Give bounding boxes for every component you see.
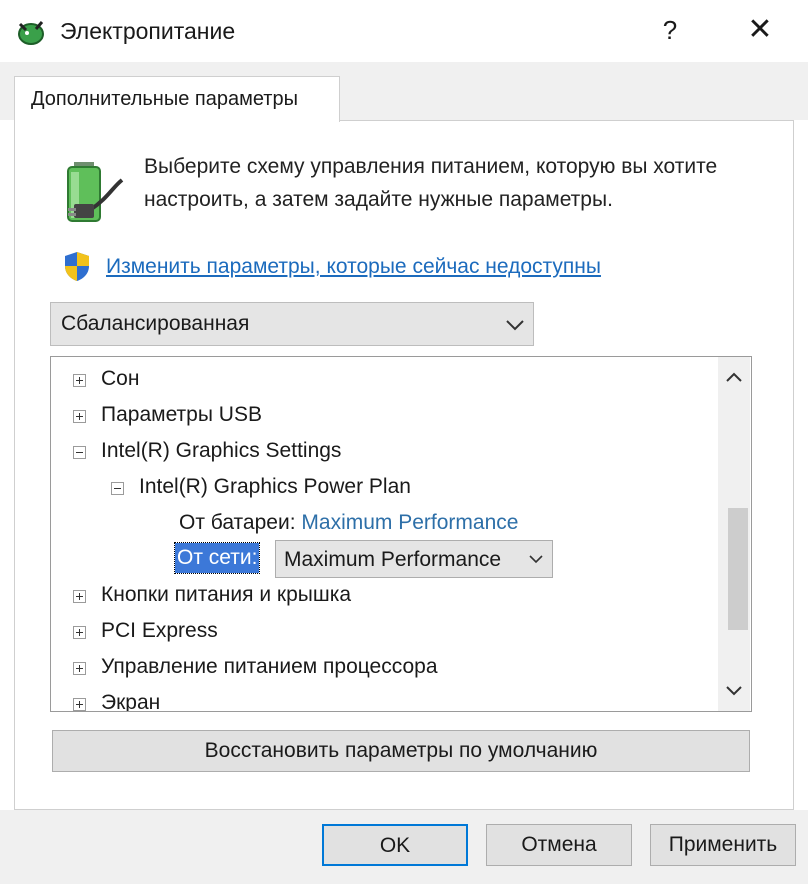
power-options-icon [18,21,44,45]
expand-icon[interactable] [73,698,86,711]
on-battery-setting[interactable]: От батареи: Maximum Performance [179,509,518,537]
tab-advanced-settings[interactable]: Дополнительные параметры [14,76,340,122]
expand-icon[interactable] [73,374,86,387]
chevron-down-icon [506,320,524,331]
chevron-down-icon [529,555,543,564]
help-button[interactable]: ? [650,10,690,50]
tree-item-sleep[interactable]: Сон [101,365,139,393]
restore-defaults-button[interactable]: Восстановить параметры по умолчанию [52,730,750,772]
power-plan-select[interactable]: Сбалансированная [50,302,534,346]
uac-shield-icon [65,252,89,281]
expand-icon[interactable] [73,410,86,423]
scrollbar-thumb[interactable] [728,508,748,630]
tree-item-processor[interactable]: Управление питанием процессора [101,653,438,681]
power-plan-value: Сбалансированная [61,312,250,335]
tab-label: Дополнительные параметры [31,88,298,110]
plugged-in-value: Maximum Performance [284,548,502,571]
tree-item-usb[interactable]: Параметры USB [101,401,262,429]
description-text: Выберите схему управления питанием, кото… [144,155,718,211]
cancel-button[interactable]: Отмена [486,824,632,866]
chevron-up-icon[interactable] [718,362,750,392]
settings-tree: Сон Параметры USB Intel(R) Graphics Sett… [50,356,752,712]
chevron-down-icon[interactable] [718,676,750,706]
tree-item-power-buttons[interactable]: Кнопки питания и крышка [101,581,351,609]
tree-item-display[interactable]: Экран [101,689,160,711]
ok-button[interactable]: OK [322,824,468,866]
tree-item-intel-graphics[interactable]: Intel(R) Graphics Settings [101,437,341,465]
collapse-icon[interactable] [73,446,86,459]
change-unavailable-settings-link[interactable]: Изменить параметры, которые сейчас недос… [106,252,601,282]
apply-button[interactable]: Применить [650,824,796,866]
expand-icon[interactable] [73,590,86,603]
plugged-in-select[interactable]: Maximum Performance [275,540,553,578]
expand-icon[interactable] [73,662,86,675]
expand-icon[interactable] [73,626,86,639]
collapse-icon[interactable] [111,482,124,495]
close-button[interactable]: ✕ [738,10,782,50]
window-title: Электропитание [60,18,236,44]
on-battery-label: От батареи: [179,511,296,534]
tree-item-intel-power-plan[interactable]: Intel(R) Graphics Power Plan [139,473,411,501]
plugged-in-label: От сети: [173,542,261,574]
tree-item-pci-express[interactable]: PCI Express [101,617,218,645]
battery-plug-icon [67,162,124,222]
on-battery-value[interactable]: Maximum Performance [301,511,518,534]
